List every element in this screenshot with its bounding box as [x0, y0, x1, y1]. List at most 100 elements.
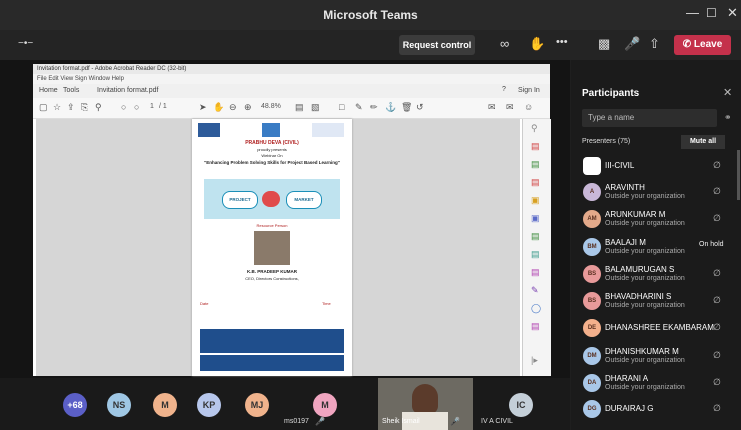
compress-icon[interactable]: ▤ — [531, 249, 540, 260]
comment-icon[interactable]: □ — [339, 102, 344, 112]
avatar[interactable]: MJ — [245, 393, 269, 417]
print-icon[interactable]: ⎘ — [81, 102, 88, 113]
highlight-icon[interactable]: ✏ — [370, 102, 378, 113]
participant-name: DURAIRAJ G — [605, 404, 654, 413]
overflow-participants[interactable]: +68 — [63, 393, 87, 417]
participant-row[interactable]: III-CIVIL ∅ — [571, 156, 741, 180]
mic-off-icon[interactable]: 🎤 — [624, 36, 640, 52]
mute-all-button[interactable]: Mute all — [681, 135, 725, 149]
tab-tools[interactable]: Tools — [63, 87, 79, 94]
camera-off-icon[interactable]: ▩ — [598, 36, 610, 52]
zoom-icon[interactable]: ⚲ — [531, 123, 538, 134]
close-icon[interactable]: ✕ — [727, 5, 738, 21]
collapse-pane-icon[interactable]: |▸ — [531, 355, 538, 366]
select-cursor-icon[interactable]: ➤ — [199, 102, 207, 113]
undo-icon[interactable]: ↺ — [416, 102, 424, 113]
bookmark-icon[interactable]: ☆ — [53, 102, 61, 113]
share-screen-icon[interactable]: ⇧ — [649, 36, 660, 52]
hand-tool-icon[interactable]: ✋ — [213, 102, 224, 113]
avatar: DG — [583, 400, 601, 418]
mic-muted-icon: ∅ — [713, 186, 721, 196]
time-label: Time — [322, 301, 331, 306]
participant-row[interactable]: DA DHARANI A Outside your organization ∅ — [571, 373, 741, 397]
stamp-icon[interactable]: ⚓ — [385, 102, 396, 113]
topic-graphic: PROJECT MARKET — [204, 179, 340, 219]
pen-icon[interactable]: ✎ — [355, 102, 363, 113]
save-icon[interactable]: ▢ — [39, 102, 48, 113]
participant-row[interactable]: DE DHANASHREE EKAMBARAM ∅ — [571, 318, 741, 342]
scroll-mode-icon[interactable]: ▧ — [311, 102, 320, 113]
mic-muted-icon: ∅ — [713, 213, 721, 223]
avatar[interactable]: NS — [107, 393, 131, 417]
minimize-icon[interactable]: — — [686, 5, 699, 20]
leave-label: Leave — [693, 39, 723, 50]
participant-row[interactable]: DM DHANISHKUMAR M Outside your organizatio… — [571, 346, 741, 370]
acrobat-menu: File Edit View Sign Window Help — [33, 74, 550, 84]
participants-icon[interactable]: ∞ — [500, 36, 509, 51]
upload-icon[interactable]: ⇪ — [67, 102, 75, 113]
participant-row[interactable]: DG DURAIRAJ G ∅ — [571, 399, 741, 423]
protect-icon[interactable]: ◯ — [531, 303, 541, 314]
participant-row[interactable]: AM ARUNKUMAR M Outside your organization ∅ — [571, 209, 741, 233]
create-pdf-icon[interactable]: ▤ — [531, 159, 540, 170]
tab-home[interactable]: Home — [39, 87, 58, 94]
combine-files-icon[interactable]: ▣ — [531, 213, 540, 224]
avatar[interactable]: M — [153, 393, 177, 417]
sign-icon[interactable]: ✎ — [531, 285, 539, 296]
raise-hand-icon[interactable]: ✋ — [529, 36, 545, 52]
account-icon[interactable]: ☺ — [524, 102, 533, 112]
tab-document[interactable]: Invitation format.pdf — [97, 87, 158, 94]
maximize-icon[interactable]: ☐ — [706, 6, 717, 20]
export-pdf-icon[interactable]: ▤ — [531, 141, 540, 152]
share-icon[interactable]: ✉ — [488, 102, 496, 113]
tile-label-iv-a-civil: IV A CIVIL — [481, 418, 513, 425]
participant-row[interactable]: BS BALAMURUGAN S Outside your organization… — [571, 264, 741, 288]
page-current[interactable]: 1 — [150, 103, 154, 110]
search-icon[interactable]: ⚲ — [95, 102, 102, 113]
participant-name: DHANISHKUMAR M — [605, 347, 679, 356]
avatar[interactable]: M — [313, 393, 337, 417]
avatar: BM — [583, 238, 601, 256]
help-icon[interactable]: ? — [502, 86, 506, 93]
avatar[interactable]: KP — [197, 393, 221, 417]
delete-icon[interactable]: 🗑 — [401, 102, 412, 113]
participant-row[interactable]: BS BHAVADHARINI S Outside your organizatio… — [571, 291, 741, 315]
drag-handle-icon[interactable]: −•− — [18, 38, 33, 49]
zoom-level[interactable]: 48.8% — [261, 103, 281, 110]
share-invite-icon[interactable]: ⚭ — [724, 112, 732, 123]
fit-page-icon[interactable]: ▤ — [295, 102, 304, 113]
sign-in-link[interactable]: Sign In — [518, 87, 540, 94]
participant-name: III-CIVIL — [605, 161, 635, 170]
more-options-icon[interactable]: ••• — [556, 36, 568, 48]
document-view[interactable]: PRABHU DEVA (CIVIL) proudly presents Web… — [36, 119, 520, 376]
zoom-in-icon[interactable]: ⊕ — [244, 102, 252, 113]
speaker-photo — [254, 231, 290, 265]
search-participants-input[interactable]: Type a name — [582, 109, 717, 127]
page-down-icon[interactable]: ○ — [134, 102, 139, 112]
participant-org: Outside your organization — [605, 384, 685, 391]
zoom-out-icon[interactable]: ⊖ — [229, 102, 237, 113]
request-control-button[interactable]: Request control — [399, 35, 475, 55]
email-icon[interactable]: ✉ — [506, 102, 514, 113]
speaker-name: K.B. PRADEEP KUMAR — [247, 269, 297, 274]
organize-pages-icon[interactable]: ▤ — [531, 231, 540, 242]
acrobat-tabs: Home Tools Invitation format.pdf ? Sign … — [33, 84, 550, 99]
page-up-icon[interactable]: ○ — [121, 102, 126, 112]
more-tools-icon[interactable]: ▤ — [531, 321, 540, 332]
comment-tool-icon[interactable]: ▣ — [531, 195, 540, 206]
speaker-role: CEO, Directors Constructions, — [245, 276, 299, 281]
edit-pdf-icon[interactable]: ▤ — [531, 177, 540, 188]
leave-button[interactable]: ✆ Leave — [674, 35, 731, 55]
participant-row[interactable]: A ARAVINTH Outside your organization ∅ — [571, 182, 741, 206]
participant-org: Outside your organization — [605, 302, 685, 309]
participant-row[interactable]: BM BAALAJI M Outside your organization On h… — [571, 237, 741, 261]
presenters-count: Presenters (75) — [582, 138, 631, 145]
close-panel-icon[interactable]: ✕ — [723, 86, 732, 99]
avatar[interactable]: IC — [509, 393, 533, 417]
page-total: / 1 — [159, 103, 167, 110]
fill-sign-icon[interactable]: ▤ — [531, 267, 540, 278]
video-tile[interactable]: Sheik Ismail 🎤 — [378, 378, 473, 430]
mic-muted-icon: ∅ — [713, 322, 721, 332]
pdf-page: PRABHU DEVA (CIVIL) proudly presents Web… — [192, 119, 352, 376]
participant-org: Outside your organization — [605, 357, 685, 364]
